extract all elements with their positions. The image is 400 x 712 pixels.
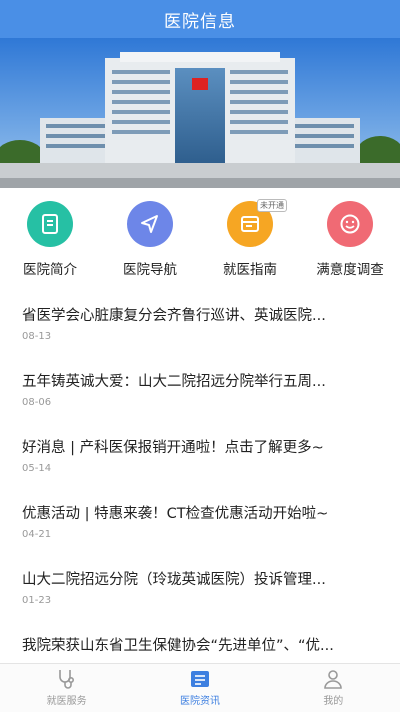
- tab-hospital-news[interactable]: 医院资讯: [133, 664, 266, 712]
- news-date: 05-14: [22, 463, 52, 474]
- stethoscope-icon: [58, 670, 74, 689]
- hospital-building-illustration: [0, 38, 400, 188]
- news-title: 我院荣获山东省卫生保健协会“先进单位”、“优...: [22, 638, 334, 654]
- not-enabled-badge: 未开通: [257, 199, 287, 212]
- news-icon: [190, 671, 209, 687]
- menu-item-visit-guide[interactable]: 未开通 就医指南: [200, 188, 300, 288]
- menu-item-hospital-navigation[interactable]: 医院导航: [100, 188, 200, 288]
- news-item[interactable]: 五年铸英诚大爱：山大二院招远分院举行五周... 08-06: [0, 354, 400, 420]
- tab-label: 医院资讯: [179, 696, 220, 707]
- menu-item-hospital-intro[interactable]: 医院简介: [0, 188, 100, 288]
- news-item[interactable]: 山大二院招远分院（玲珑英诚医院）投诉管理... 01-23: [0, 552, 400, 618]
- news-item[interactable]: 省医学会心脏康复分会齐鲁行巡讲、英诚医院... 08-13: [0, 288, 400, 354]
- person-icon: [324, 670, 343, 689]
- news-list: 省医学会心脏康复分会齐鲁行巡讲、英诚医院... 08-13 五年铸英诚大爱：山大…: [0, 288, 400, 684]
- page-title: 医院信息: [164, 11, 236, 32]
- menu-item-label: 满意度调查: [316, 262, 384, 278]
- tab-label: 就医服务: [46, 696, 87, 707]
- news-date: 08-06: [22, 397, 52, 408]
- menu-item-label: 医院导航: [123, 262, 177, 278]
- menu-item-label: 医院简介: [23, 262, 77, 278]
- smile-icon: [327, 201, 373, 247]
- news-date: 04-21: [22, 529, 52, 540]
- menu-item-label: 就医指南: [223, 262, 277, 278]
- news-title: 好消息 | 产科医保报销开通啦！点击了解更多~: [22, 440, 324, 456]
- news-title: 五年铸英诚大爱：山大二院招远分院举行五周...: [22, 374, 326, 390]
- navigation-arrow-icon: [127, 201, 173, 247]
- news-date: 08-13: [22, 331, 52, 342]
- bottom-tab-bar: 就医服务 医院资讯 我的: [0, 663, 400, 712]
- menu-item-satisfaction-survey[interactable]: 满意度调查: [300, 188, 400, 288]
- header-bar: 医院信息: [0, 0, 400, 38]
- document-icon: [27, 201, 73, 247]
- news-item[interactable]: 好消息 | 产科医保报销开通啦！点击了解更多~ 05-14: [0, 420, 400, 486]
- news-date: 01-23: [22, 595, 52, 606]
- tab-medical-services[interactable]: 就医服务: [0, 664, 133, 712]
- news-item[interactable]: 优惠活动 | 特惠来袭！CT检查优惠活动开始啦~ 04-21: [0, 486, 400, 552]
- tab-mine[interactable]: 我的: [267, 664, 400, 712]
- news-title: 山大二院招远分院（玲珑英诚医院）投诉管理...: [22, 572, 326, 588]
- news-title: 省医学会心脏康复分会齐鲁行巡讲、英诚医院...: [22, 308, 326, 324]
- quick-menu: 医院简介 医院导航 未开通 就医指南 满意度调查: [0, 188, 400, 288]
- news-title: 优惠活动 | 特惠来袭！CT检查优惠活动开始啦~: [22, 506, 329, 522]
- tab-label: 我的: [323, 696, 344, 707]
- hospital-banner-image[interactable]: [0, 38, 400, 188]
